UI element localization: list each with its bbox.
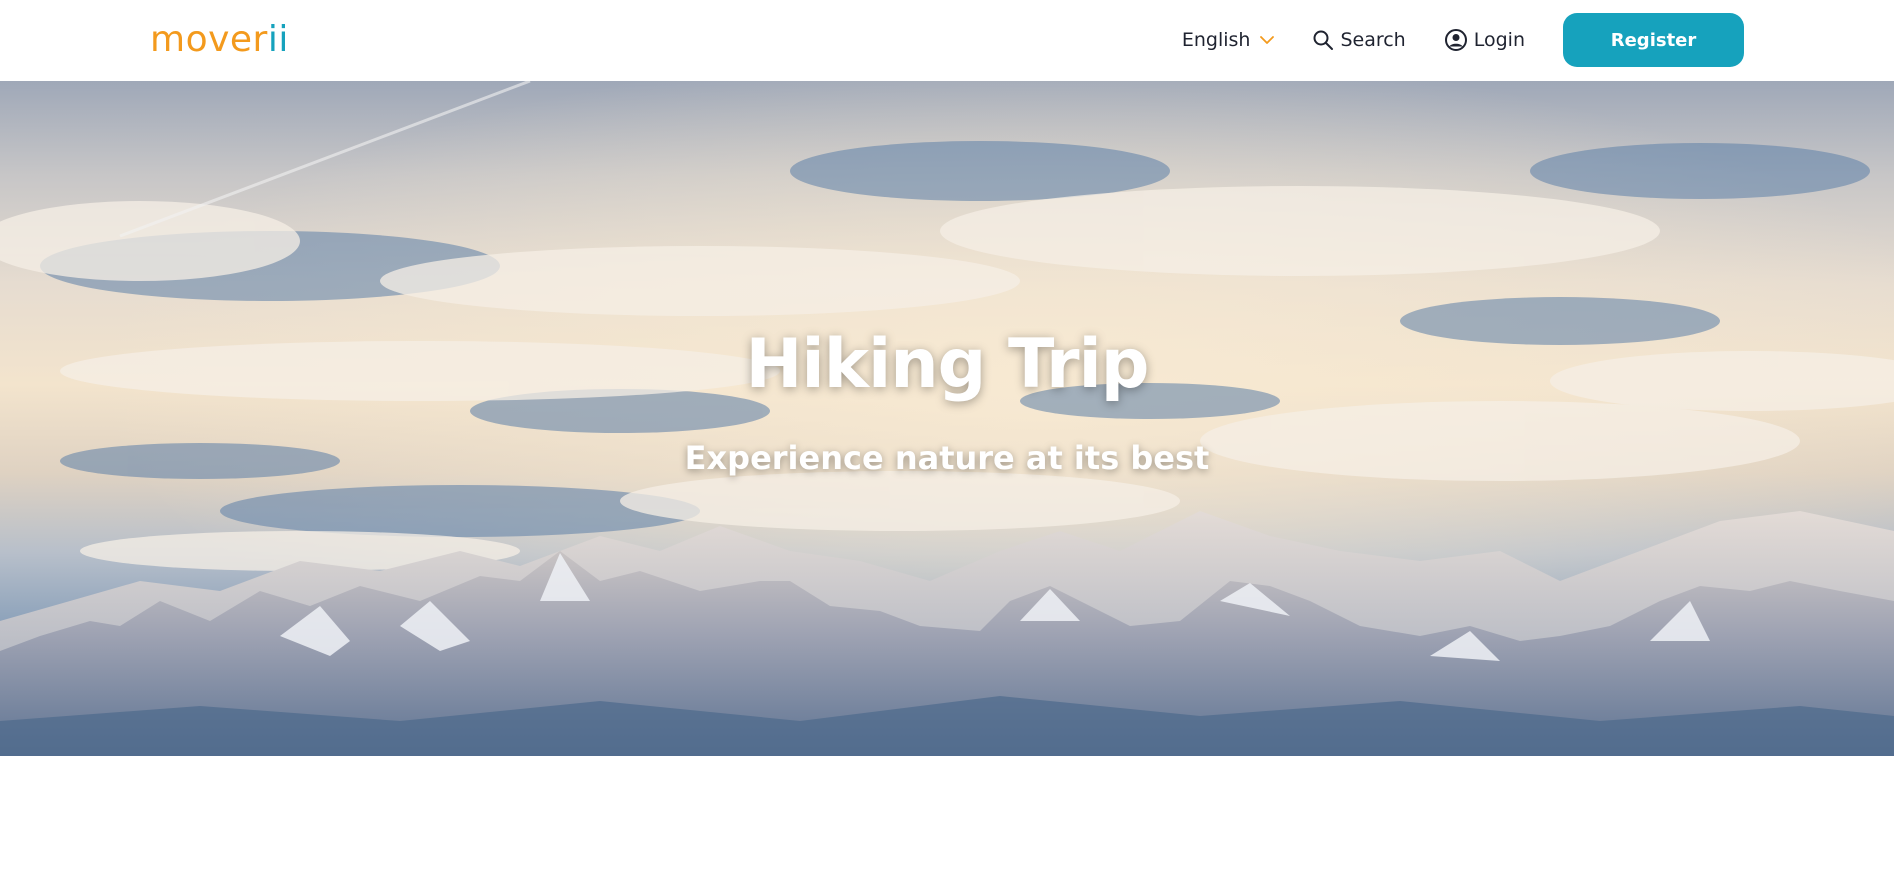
language-selector[interactable]: English <box>1182 29 1275 51</box>
search-icon <box>1312 29 1334 51</box>
moverii-logo[interactable]: moverii <box>150 18 289 62</box>
register-button[interactable]: Register <box>1563 13 1744 67</box>
language-label: English <box>1181 29 1251 51</box>
hero-subtitle: Experience nature at its best <box>684 439 1210 477</box>
logo-text-accent: ii <box>267 19 289 60</box>
logo-text-main: mover <box>150 19 268 60</box>
page-content-area <box>0 756 1894 881</box>
user-circle-icon <box>1444 28 1468 52</box>
login-label: Login <box>1473 29 1525 51</box>
top-navbar: moverii English Search Login Register <box>0 0 1894 81</box>
hero-banner: Hiking Trip Experience nature at its bes… <box>0 81 1894 756</box>
login-link[interactable]: Login <box>1444 28 1525 52</box>
mountain-landscape-image <box>0 81 1894 756</box>
header-actions: English Search Login Register <box>1182 13 1744 67</box>
search-link[interactable]: Search <box>1312 29 1406 51</box>
search-label: Search <box>1340 29 1406 51</box>
chevron-down-icon <box>1260 35 1275 45</box>
hero-title: Hiking Trip <box>745 325 1150 404</box>
